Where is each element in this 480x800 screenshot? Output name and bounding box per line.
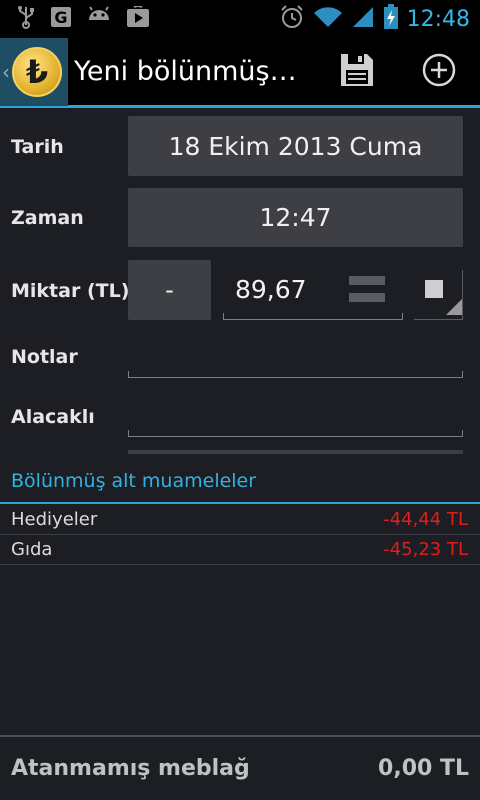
alarm-icon [279, 4, 305, 34]
save-button[interactable] [316, 38, 398, 106]
save-icon [339, 52, 375, 92]
app-logo-icon: ₺ [12, 46, 62, 97]
battery-charging-icon [383, 4, 399, 34]
date-picker-button[interactable]: 18 Ekim 2013 Cuma [128, 116, 463, 176]
unassigned-value: 0,00 TL [378, 756, 469, 781]
spinner-corner-icon [446, 299, 462, 319]
split-name: Hediyeler [11, 509, 98, 530]
time-label: Zaman [11, 207, 84, 229]
amount-sign-toggle[interactable]: - [128, 260, 211, 320]
date-label: Tarih [11, 136, 64, 158]
unassigned-amount-bar: Atanmamış meblağ 0,00 TL [0, 735, 480, 800]
android-icon [86, 6, 112, 32]
split-amount: -44,44 TL [383, 509, 468, 530]
action-bar: ‹ ₺ Yeni bölünmüş… [0, 37, 480, 108]
add-button[interactable] [398, 38, 480, 106]
play-store-icon [126, 5, 150, 32]
amount-sign: - [165, 276, 174, 304]
back-caret-icon: ‹ [2, 59, 10, 84]
notes-input[interactable] [128, 340, 463, 378]
amount-label: Miktar (TL) [11, 280, 130, 302]
page-title: Yeni bölünmüş… [74, 56, 297, 87]
split-item[interactable]: Gıda -45,23 TL [0, 535, 480, 565]
status-time: 12:48 [406, 6, 470, 32]
split-name: Gıda [11, 539, 53, 560]
up-navigation[interactable]: ‹ ₺ [0, 37, 68, 106]
split-amount: -45,23 TL [383, 539, 468, 560]
notes-label: Notlar [11, 346, 78, 368]
split-item[interactable]: Hediyeler -44,44 TL [0, 505, 480, 535]
amount-value: 89,67 [235, 275, 307, 304]
time-value: 12:47 [259, 203, 332, 232]
screen: G 12:48 ‹ ₺ Yeni bölünmüş… Tarih 18 Ekim… [0, 0, 480, 800]
payee-label: Alacaklı [11, 406, 95, 428]
unassigned-label: Atanmamış meblağ [11, 756, 250, 781]
section-divider [0, 502, 480, 504]
usb-icon [16, 5, 36, 33]
equals-icon [349, 276, 385, 308]
date-value: 18 Ekim 2013 Cuma [168, 131, 423, 161]
time-picker-button[interactable]: 12:47 [128, 188, 463, 247]
add-icon [422, 53, 456, 91]
status-bar: G 12:48 [0, 0, 480, 38]
currency-spinner[interactable] [414, 270, 463, 320]
category-button-edge[interactable] [128, 450, 463, 454]
square-icon [425, 280, 443, 302]
g-icon: G [50, 6, 72, 32]
wifi-icon [313, 5, 343, 33]
signal-icon [351, 5, 375, 33]
splits-section-title: Bölünmüş alt muameleler [11, 470, 257, 492]
calculator-button[interactable] [349, 276, 385, 304]
payee-input[interactable] [128, 399, 463, 437]
svg-text:G: G [54, 8, 67, 27]
